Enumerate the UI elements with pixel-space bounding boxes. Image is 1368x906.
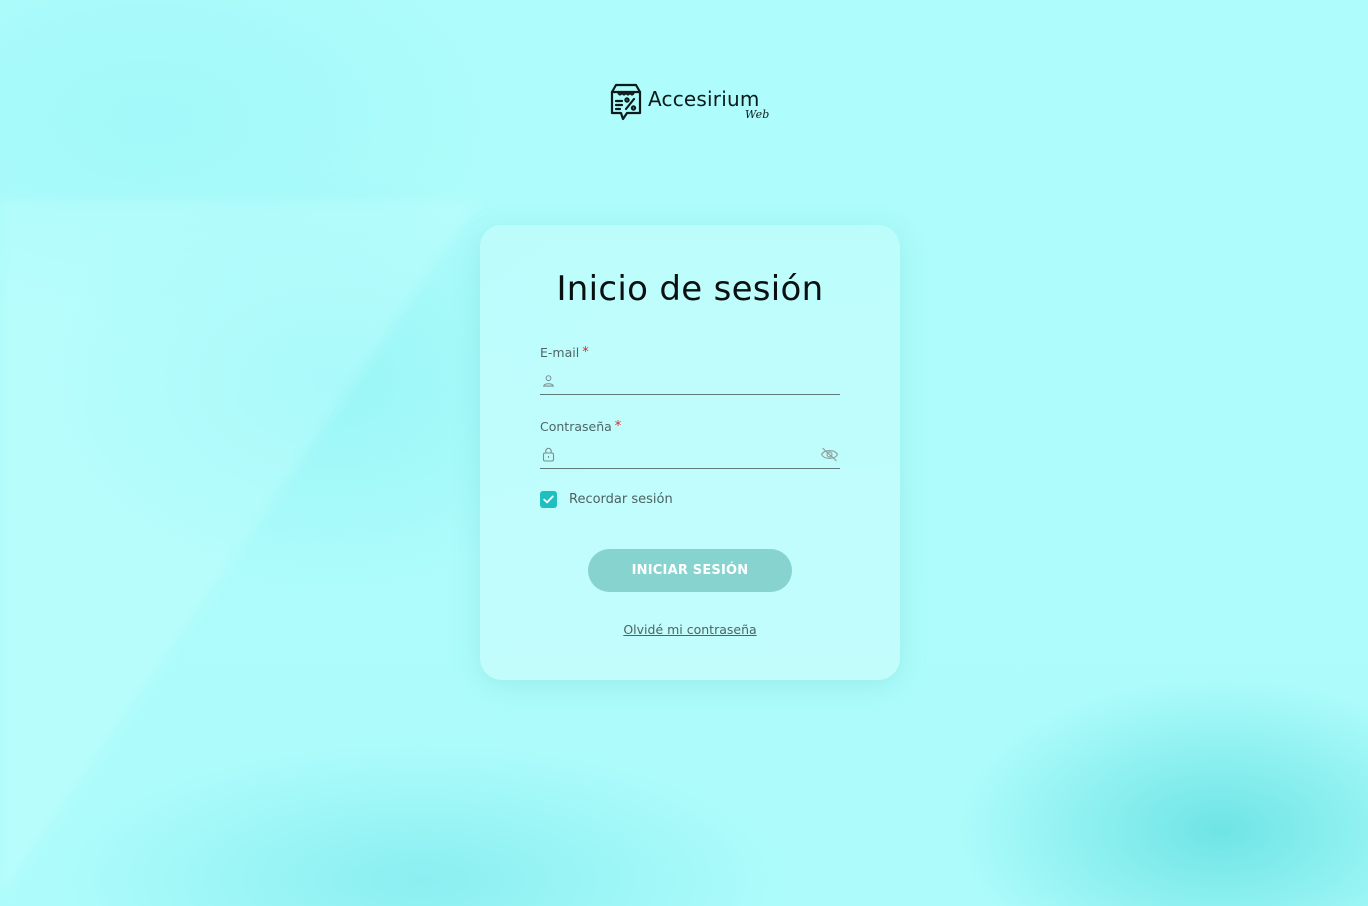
password-label: Contraseña * <box>540 419 840 434</box>
password-input[interactable] <box>556 442 818 466</box>
lock-icon <box>540 446 556 462</box>
password-label-text: Contraseña <box>540 419 612 434</box>
brand-name-text: Accesirium <box>648 87 760 111</box>
password-input-row <box>540 440 840 469</box>
store-discount-icon <box>610 83 642 121</box>
eye-off-icon[interactable] <box>818 445 840 463</box>
remember-checkbox[interactable]: Recordar sesión <box>540 491 673 508</box>
required-mark: * <box>582 345 589 360</box>
email-label: E-mail * <box>540 345 840 360</box>
password-field-group: Contraseña * <box>540 419 840 469</box>
login-button[interactable]: INICIAR SESIÓN <box>588 549 792 592</box>
checkbox-checked[interactable] <box>540 491 557 508</box>
email-input[interactable] <box>556 368 840 392</box>
forgot-password-link[interactable]: Olvidé mi contraseña <box>480 622 900 637</box>
required-mark: * <box>614 419 622 434</box>
email-field-group: E-mail * <box>540 345 840 395</box>
email-input-row <box>540 366 840 395</box>
brand-sub: Web <box>744 108 770 121</box>
remember-label: Recordar sesión <box>569 492 673 507</box>
login-card: Inicio de sesión E-mail * Contraseña * R… <box>480 225 900 680</box>
brand-name: Accesirium Web <box>648 87 769 120</box>
background-shape <box>0 200 480 900</box>
page-title: Inicio de sesión <box>556 269 824 309</box>
email-label-text: E-mail <box>540 345 580 360</box>
brand-logo: Accesirium Web <box>610 82 769 122</box>
user-icon <box>540 372 556 388</box>
check-icon <box>543 495 554 504</box>
